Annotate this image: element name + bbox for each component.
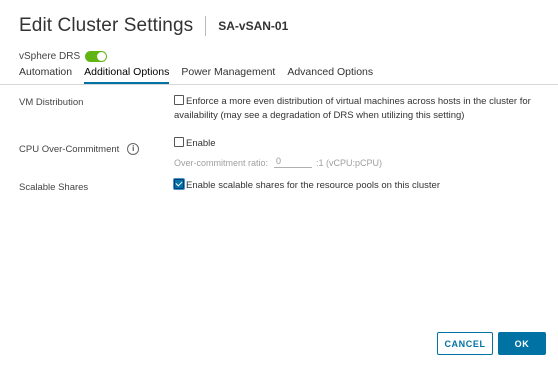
ratio-input[interactable]	[274, 156, 313, 168]
ratio-label: Over-commitment ratio:	[174, 158, 269, 168]
dialog-header: Edit Cluster Settings SA-vSAN-01	[19, 12, 288, 40]
ok-button[interactable]: OK	[498, 332, 546, 355]
dialog-title: Edit Cluster Settings	[19, 15, 194, 36]
tab-divider	[0, 84, 558, 85]
cpu-overcommit-enable-text: Enable	[186, 138, 216, 149]
cpu-overcommit-control: Enable	[174, 137, 216, 151]
vm-distribution-text-1: Enforce a more even distribution of virt…	[186, 96, 531, 107]
drs-row: vSphere DRS	[19, 51, 108, 62]
scalable-shares-text: Enable scalable shares for the resource …	[186, 180, 440, 191]
info-icon[interactable]: i	[127, 143, 140, 155]
overcommit-ratio-row: Over-commitment ratio: :1 (vCPU:pCPU)	[174, 156, 382, 168]
vm-distribution-text-2: availability (may see a degradation of D…	[174, 110, 465, 121]
dialog-footer: CANCEL OK	[437, 332, 546, 355]
vm-distribution-control: Enforce a more even distribution of virt…	[174, 95, 531, 123]
scalable-shares-label-text: Scalable Shares	[19, 182, 89, 193]
tab-advanced-options[interactable]: Advanced Options	[287, 64, 373, 84]
drs-toggle[interactable]	[85, 51, 108, 62]
cpu-overcommit-checkbox[interactable]	[174, 137, 184, 147]
drs-label: vSphere DRS	[19, 51, 81, 62]
tab-bar: Automation Additional Options Power Mana…	[19, 64, 385, 84]
title-divider	[205, 16, 207, 36]
scalable-shares-checkbox[interactable]	[174, 179, 184, 189]
toggle-knob	[97, 52, 107, 61]
scalable-shares-control: Enable scalable shares for the resource …	[174, 179, 440, 193]
cluster-name: SA-vSAN-01	[218, 19, 289, 33]
vm-distribution-label: VM Distribution	[19, 97, 83, 108]
tab-power-management[interactable]: Power Management	[181, 64, 275, 84]
cancel-button[interactable]: CANCEL	[437, 332, 493, 355]
vm-distribution-label-text: VM Distribution	[19, 97, 84, 108]
ratio-unit: :1 (vCPU:pCPU)	[316, 158, 383, 168]
scalable-shares-label: Scalable Shares	[19, 182, 88, 193]
vm-distribution-checkbox[interactable]	[174, 95, 184, 105]
tab-automation[interactable]: Automation	[19, 64, 72, 84]
cpu-overcommit-label: CPU Over-Commitment i	[19, 143, 140, 155]
cpu-overcommit-label-text: CPU Over-Commitment	[19, 143, 120, 155]
edit-cluster-settings-dialog: Edit Cluster Settings SA-vSAN-01 vSphere…	[0, 0, 558, 367]
tab-additional-options[interactable]: Additional Options	[84, 64, 170, 84]
